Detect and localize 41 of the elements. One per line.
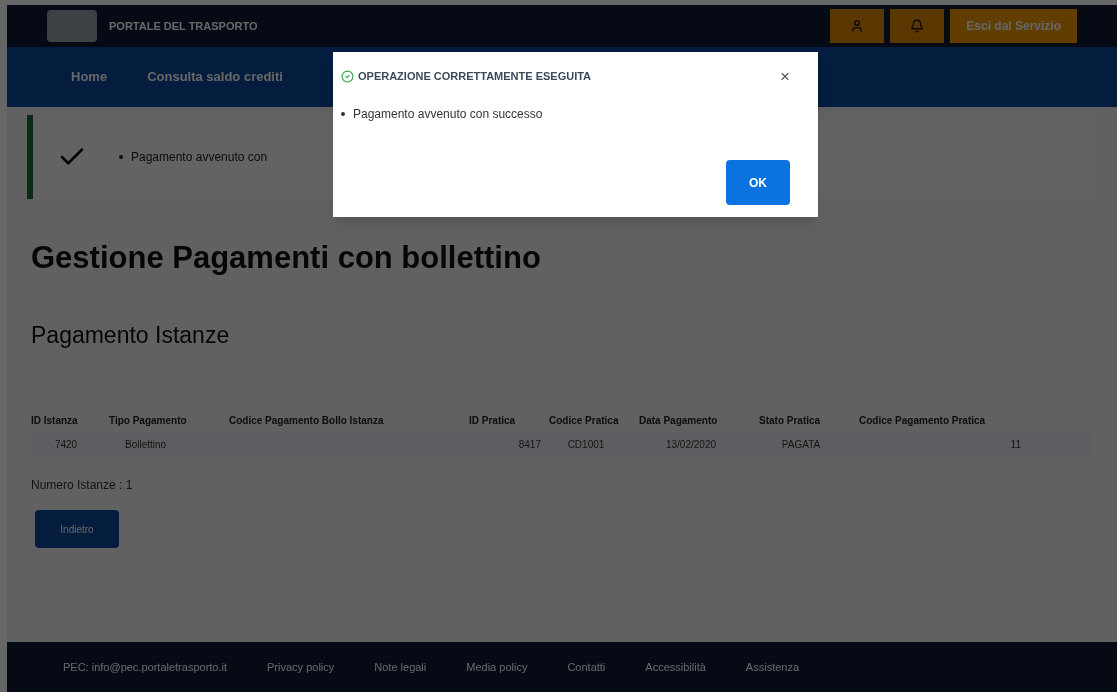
column-header: Tipo Pagamento — [108, 413, 188, 428]
table-cell: 7420 — [54, 438, 78, 450]
dialog-message: Pagamento avvenuto con successo — [353, 106, 543, 123]
table-cell: 13/02/2020 — [665, 438, 717, 450]
column-header: Codice Pratica — [548, 413, 620, 428]
table-cell: PAGATA — [781, 438, 821, 450]
section-title: Pagamento Istanze — [31, 320, 231, 350]
table-cell: CD1001 — [567, 438, 605, 450]
ok-button[interactable]: OK — [726, 160, 790, 205]
table-cell: 11 — [1010, 438, 1021, 450]
table-cell: Bollettino — [125, 438, 167, 450]
back-button[interactable]: Indietro — [35, 510, 119, 548]
check-circle-icon — [341, 70, 354, 83]
footer-link[interactable]: Media policy — [466, 658, 528, 676]
notifications-button[interactable] — [890, 9, 945, 43]
footer-link[interactable]: Note legali — [374, 658, 427, 676]
site-title: PORTALE DEL TRASPORTO — [109, 18, 258, 34]
footer-link[interactable]: Accessibilità — [645, 658, 706, 676]
column-header: Codice Pagamento Bollo Istanza — [228, 413, 385, 428]
column-header: Data Pagamento — [638, 413, 719, 428]
alert-message: Pagamento avvenuto con — [131, 149, 268, 166]
footer-link[interactable]: Assistenza — [745, 658, 800, 676]
dialog-title: OPERAZIONE CORRETTAMENTE ESEGUITA — [358, 69, 592, 85]
column-header: ID Pratica — [468, 413, 517, 428]
nav-link[interactable]: Home — [71, 67, 108, 87]
bullet-icon — [119, 155, 123, 159]
bullet-icon — [341, 112, 345, 116]
column-header: ID Istanza — [31, 413, 79, 428]
user-icon — [850, 19, 865, 33]
table-cell: 8417 — [518, 438, 541, 450]
nav-link[interactable]: Consulta saldo crediti — [147, 67, 283, 87]
page-title: Gestione Pagamenti con bollettino — [31, 239, 542, 277]
footer-link[interactable]: Contatti — [567, 658, 606, 676]
column-header: Codice Pagamento Pratica — [858, 413, 987, 428]
record-count: Numero Istanze : 1 — [31, 477, 134, 494]
footer-link[interactable]: Privacy policy — [267, 658, 335, 676]
column-header: Stato Pratica — [758, 413, 822, 428]
bell-icon — [910, 19, 925, 33]
close-button[interactable]: × — [780, 68, 790, 85]
user-button[interactable] — [830, 9, 885, 43]
footer-link[interactable]: PEC: info@pec.portaletrasporto.it — [63, 658, 228, 676]
